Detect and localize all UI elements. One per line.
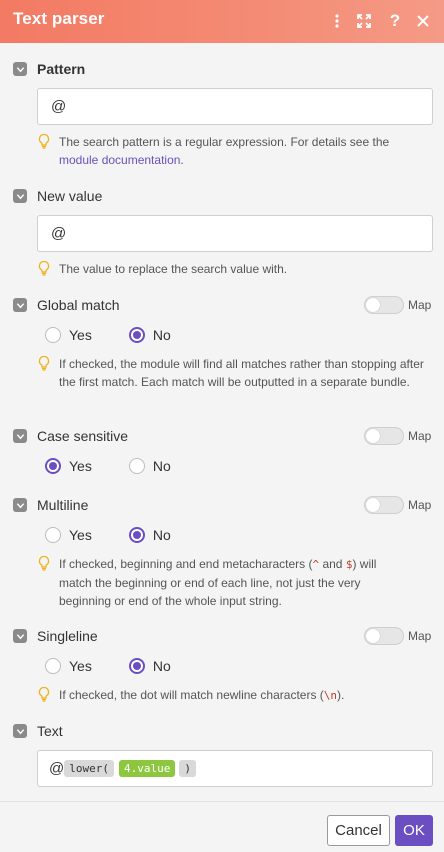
option-no-label: No [152,658,171,674]
close-icon[interactable] [411,9,435,33]
option-no-label: No [152,327,171,343]
fullscreen-icon[interactable] [352,9,376,33]
multiline-hint-text-a: If checked, beginning and end metacharac… [59,557,313,571]
case-sensitive-yes-option[interactable]: Yes [37,458,92,474]
collapse-global-match-icon[interactable] [13,298,27,312]
case-sensitive-map-label: Map [408,429,432,443]
function-lower-chip[interactable]: lower( [64,760,114,777]
global-match-map-toggle[interactable] [364,296,404,314]
radio-yes[interactable] [45,327,61,343]
lightbulb-icon [38,555,50,571]
multiline-map-toggle[interactable] [364,496,404,514]
option-no-label: No [152,458,171,474]
global-match-map-label: Map [408,298,432,312]
collapse-singleline-icon[interactable] [13,629,27,643]
text-input[interactable]: @ lower( 4.value ) [37,750,433,787]
collapse-text-icon[interactable] [13,724,27,738]
new-value-label: New value [37,188,103,204]
option-yes-label: Yes [69,458,92,474]
radio-no[interactable] [128,458,145,474]
multiline-no-option[interactable]: No [121,527,171,543]
variable-chip[interactable]: 4.value [118,760,176,777]
option-yes-label: Yes [69,658,92,674]
multiline-label: Multiline [37,497,89,513]
singleline-radio-group: Yes No [37,656,171,676]
ok-button[interactable]: OK [395,815,433,846]
radio-no[interactable] [128,658,145,674]
multiline-radio-group: Yes No [37,525,171,545]
global-match-hint-text: If checked, the module will find all mat… [59,357,424,389]
singleline-hint-text-a: If checked, the dot will match newline c… [59,688,324,702]
text-label: Text [37,723,63,739]
module-documentation-link[interactable]: module documentation [59,153,180,167]
option-no-label: No [152,527,171,543]
multiline-hint-text-b: and [319,557,346,571]
cancel-button[interactable]: Cancel [327,815,390,846]
multiline-yes-option[interactable]: Yes [37,527,92,543]
radio-no[interactable] [128,527,145,543]
radio-yes[interactable] [45,458,61,474]
new-value-input[interactable]: @ [37,215,433,252]
singleline-label: Singleline [37,628,98,644]
pattern-label: Pattern [37,61,86,77]
help-icon[interactable]: ? [383,9,407,33]
option-yes-label: Yes [69,327,92,343]
option-yes-label: Yes [69,527,92,543]
case-sensitive-radio-group: Yes No [37,456,171,476]
singleline-hint-text-b: ). [337,688,345,702]
singleline-no-option[interactable]: No [121,658,171,674]
lightbulb-icon [38,355,50,371]
multiline-map-label: Map [408,498,432,512]
collapse-case-sensitive-icon[interactable] [13,429,27,443]
dialog-footer: Cancel OK [0,801,444,852]
text-prefix: @ [49,760,65,777]
pattern-hint-end: . [180,153,184,167]
case-sensitive-map-toggle[interactable] [364,427,404,445]
collapse-new-value-icon[interactable] [13,189,27,203]
global-match-no-option[interactable]: No [121,327,171,343]
function-close-chip[interactable]: ) [179,760,196,777]
global-match-radio-group: Yes No [37,325,171,345]
singleline-hint-newline: \n [323,689,338,702]
global-match-yes-option[interactable]: Yes [37,327,92,343]
radio-yes[interactable] [45,658,61,674]
radio-yes[interactable] [45,527,61,543]
pattern-hint-text: The search pattern is a regular expressi… [59,135,390,149]
more-vertical-icon[interactable] [325,9,349,33]
case-sensitive-label: Case sensitive [37,428,129,444]
case-sensitive-no-option[interactable]: No [121,458,171,474]
singleline-yes-option[interactable]: Yes [37,658,92,674]
global-match-label: Global match [37,297,120,313]
module-header: Text parser ? [0,0,444,43]
singleline-map-label: Map [408,629,432,643]
collapse-pattern-icon[interactable] [13,62,27,76]
collapse-multiline-icon[interactable] [13,498,27,512]
lightbulb-icon [38,260,50,276]
lightbulb-icon [38,686,50,702]
pattern-input[interactable]: @ [37,88,433,125]
lightbulb-icon [38,133,50,149]
radio-no[interactable] [128,327,145,343]
singleline-map-toggle[interactable] [364,627,404,645]
module-title: Text parser [13,9,105,28]
new-value-hint-text: The value to replace the search value wi… [59,262,288,276]
